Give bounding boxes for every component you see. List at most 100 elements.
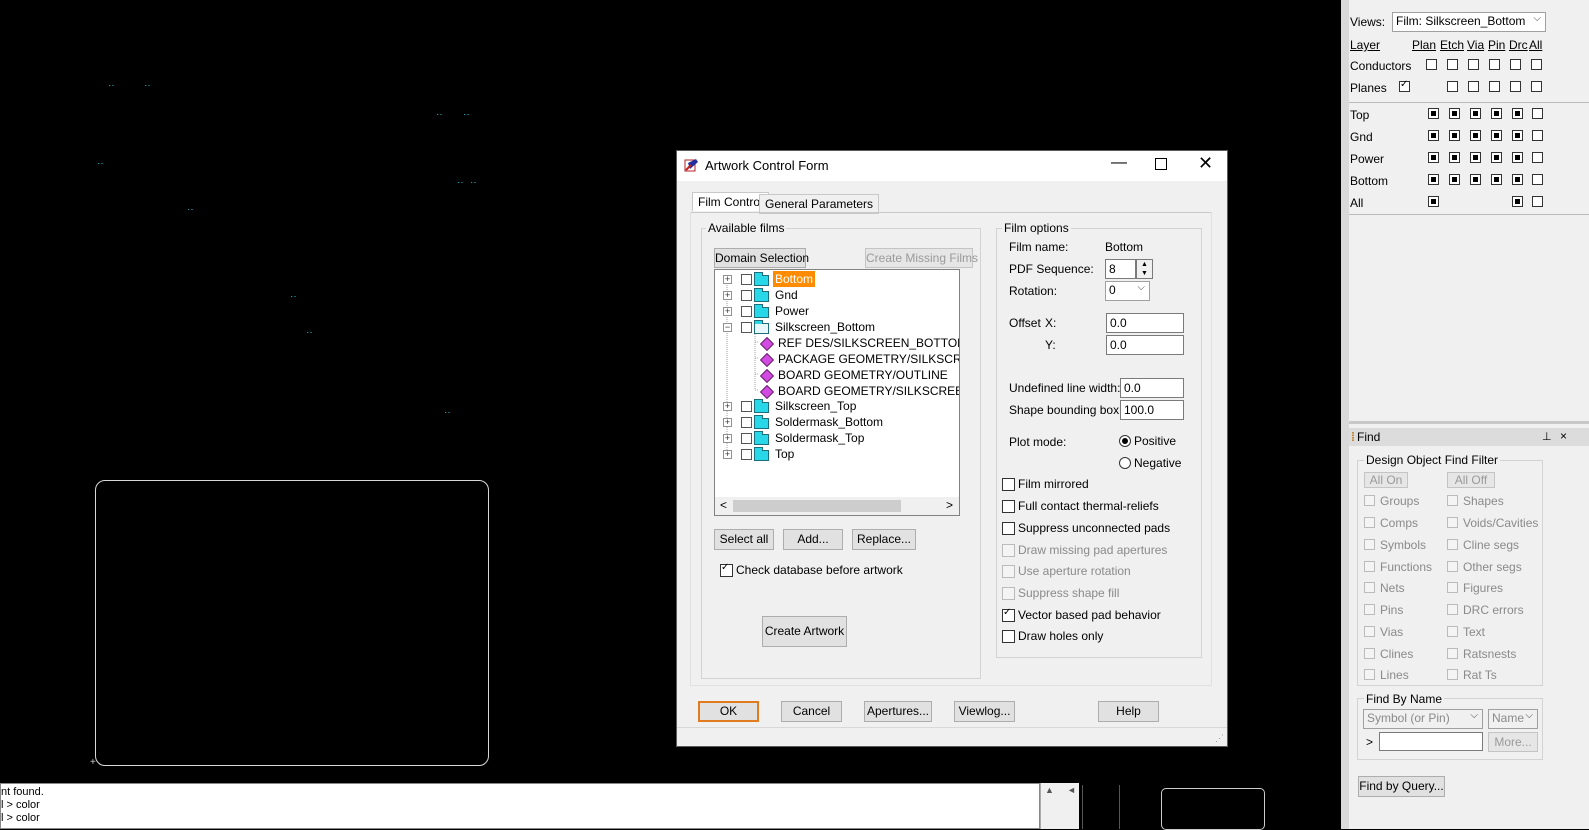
panel-splitter[interactable]: [1349, 421, 1589, 424]
layer-checkbox[interactable]: [1512, 152, 1523, 163]
vector-pad-checkbox[interactable]: [1002, 607, 1015, 622]
filter-checkbox[interactable]: [1447, 669, 1458, 680]
offset-y-input[interactable]: 0.0: [1106, 335, 1184, 355]
tree-row-top[interactable]: + Top: [715, 446, 959, 462]
filter-checkbox[interactable]: [1364, 626, 1375, 637]
tree-row-silkscreen-bottom[interactable]: − Silkscreen_Bottom: [715, 319, 959, 335]
planes-checkbox[interactable]: [1399, 79, 1410, 92]
more-button[interactable]: More...: [1488, 732, 1538, 752]
scroll-left-icon[interactable]: ◄: [1067, 785, 1076, 795]
layer-checkbox[interactable]: [1470, 152, 1481, 163]
find-name-select[interactable]: Name ⌵: [1488, 709, 1538, 729]
filter-checkbox[interactable]: [1447, 561, 1458, 572]
films-tree[interactable]: + Bottom + Gnd + Power − Silkscreen_Bott…: [714, 269, 960, 516]
filter-checkbox[interactable]: [1364, 517, 1375, 528]
negative-radio[interactable]: [1119, 457, 1131, 469]
tree-row-bottom[interactable]: + Bottom: [715, 271, 959, 287]
console-scrollbar[interactable]: ▲ ◄: [1040, 783, 1079, 829]
undefined-line-width-input[interactable]: 0.0: [1120, 378, 1184, 398]
filter-checkbox[interactable]: [1447, 648, 1458, 659]
replace-button[interactable]: Replace...: [852, 529, 916, 550]
col-etch[interactable]: Etch: [1440, 38, 1464, 52]
dialog-titlebar[interactable]: Artwork Control Form — ✕: [677, 151, 1227, 181]
film-checkbox[interactable]: [741, 401, 752, 412]
apertures-button[interactable]: Apertures...: [864, 701, 932, 722]
draw-missing-checkbox[interactable]: [1002, 544, 1015, 557]
col-via[interactable]: Via: [1467, 38, 1484, 52]
collapse-icon[interactable]: −: [723, 323, 732, 332]
film-checkbox[interactable]: [741, 290, 752, 301]
filter-checkbox[interactable]: [1364, 604, 1375, 615]
offset-x-input[interactable]: 0.0: [1106, 313, 1184, 333]
planes-pin-checkbox[interactable]: [1489, 81, 1500, 92]
expand-icon[interactable]: +: [723, 307, 732, 316]
layer-checkbox[interactable]: [1428, 152, 1439, 163]
help-button[interactable]: Help: [1098, 701, 1159, 722]
layer-checkbox[interactable]: [1428, 108, 1439, 119]
add-button[interactable]: Add...: [783, 529, 843, 550]
col-drc[interactable]: Drc: [1509, 38, 1528, 52]
scroll-left-icon[interactable]: <: [720, 498, 727, 512]
planes-etch-checkbox[interactable]: [1447, 81, 1458, 92]
filter-checkbox[interactable]: [1364, 495, 1375, 506]
filter-checkbox[interactable]: [1447, 626, 1458, 637]
layer-checkbox[interactable]: [1512, 174, 1523, 185]
maximize-icon[interactable]: [1155, 158, 1167, 170]
planes-all-checkbox[interactable]: [1531, 81, 1542, 92]
conductors-via-checkbox[interactable]: [1468, 59, 1479, 70]
expand-icon[interactable]: +: [723, 291, 732, 300]
layer-checkbox[interactable]: [1449, 174, 1460, 185]
layer-checkbox[interactable]: [1470, 130, 1481, 141]
tree-row-subclass[interactable]: BOARD GEOMETRY/SILKSCREEN_E: [715, 383, 959, 399]
filter-checkbox[interactable]: [1364, 669, 1375, 680]
filter-checkbox[interactable]: [1447, 517, 1458, 528]
tab-film-control[interactable]: Film Control: [692, 192, 769, 211]
tree-row-silkscreen-top[interactable]: + Silkscreen_Top: [715, 398, 959, 414]
minimize-icon[interactable]: —: [1111, 154, 1127, 172]
layer-checkbox[interactable]: [1491, 108, 1502, 119]
command-console[interactable]: nt found. l > color l > color: [0, 783, 1040, 829]
layer-checkbox[interactable]: [1449, 130, 1460, 141]
check-db-checkbox[interactable]: [720, 562, 733, 577]
select-all-button[interactable]: Select all: [714, 529, 774, 550]
layer-checkbox[interactable]: [1532, 174, 1543, 185]
film-checkbox[interactable]: [741, 306, 752, 317]
planes-drc-checkbox[interactable]: [1510, 81, 1521, 92]
film-checkbox[interactable]: [741, 417, 752, 428]
full-contact-checkbox[interactable]: [1002, 500, 1015, 513]
find-by-query-button[interactable]: Find by Query...: [1358, 776, 1445, 797]
positive-radio[interactable]: [1119, 435, 1131, 447]
filter-checkbox[interactable]: [1447, 604, 1458, 615]
film-checkbox[interactable]: [741, 322, 752, 333]
tree-row-soldermask-top[interactable]: + Soldermask_Top: [715, 430, 959, 446]
all-off-button[interactable]: All Off: [1447, 472, 1495, 488]
conductors-all-checkbox[interactable]: [1531, 59, 1542, 70]
layer-checkbox[interactable]: [1532, 108, 1543, 119]
rotation-select[interactable]: 0 ⌵: [1105, 281, 1150, 301]
filter-checkbox[interactable]: [1364, 539, 1375, 550]
conductors-drc-checkbox[interactable]: [1510, 59, 1521, 70]
filter-checkbox[interactable]: [1364, 582, 1375, 593]
scroll-thumb[interactable]: [733, 500, 901, 512]
expand-icon[interactable]: +: [723, 402, 732, 411]
pin-icon[interactable]: ⊥: [1542, 430, 1552, 443]
layer-checkbox[interactable]: [1449, 108, 1460, 119]
suppress-shape-fill-checkbox[interactable]: [1002, 587, 1015, 600]
conductors-plan-checkbox[interactable]: [1426, 59, 1437, 70]
shape-bounding-box-input[interactable]: 100.0: [1120, 400, 1184, 420]
film-checkbox[interactable]: [741, 449, 752, 460]
expand-icon[interactable]: +: [723, 275, 732, 284]
layer-checkbox[interactable]: [1491, 174, 1502, 185]
layer-checkbox[interactable]: [1428, 174, 1439, 185]
filter-checkbox[interactable]: [1364, 648, 1375, 659]
filter-checkbox[interactable]: [1364, 561, 1375, 572]
domain-selection-button[interactable]: Domain Selection: [714, 248, 809, 268]
world-view[interactable]: [1082, 785, 1342, 830]
scroll-right-icon[interactable]: >: [946, 498, 953, 512]
filter-checkbox[interactable]: [1447, 582, 1458, 593]
create-artwork-button[interactable]: Create Artwork: [762, 616, 847, 647]
create-missing-films-button[interactable]: Create Missing Films: [865, 248, 978, 268]
filter-checkbox[interactable]: [1447, 539, 1458, 550]
layer-checkbox[interactable]: [1532, 196, 1543, 207]
film-checkbox[interactable]: [741, 433, 752, 444]
